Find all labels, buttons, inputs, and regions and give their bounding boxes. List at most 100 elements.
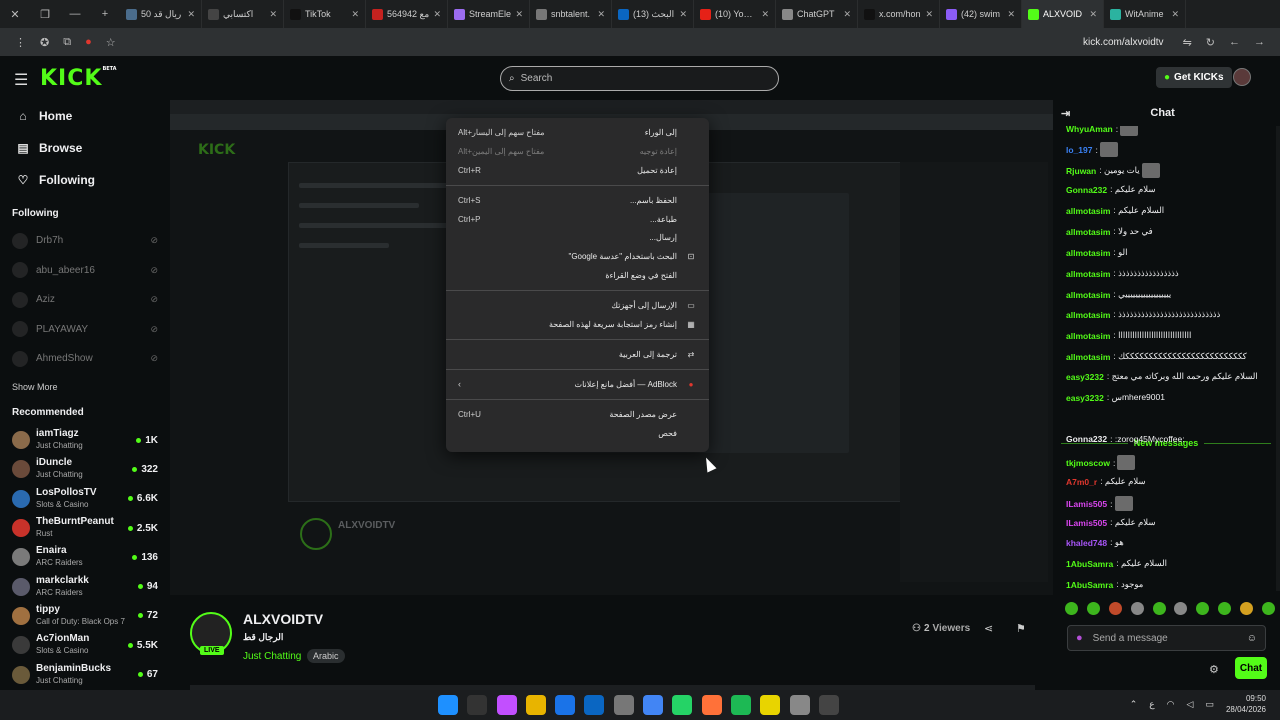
browser-tab[interactable]: x.com/hon ✕ (858, 0, 940, 28)
chat-username[interactable]: allmotasim (1066, 290, 1110, 300)
following-channel[interactable]: Drb7h ⊘ (0, 226, 170, 256)
taskbar-app-icon[interactable] (730, 695, 751, 715)
browser-tab[interactable]: (10) YouTu ✕ (694, 0, 776, 28)
chat-username[interactable]: A7m0_r (1066, 477, 1097, 487)
close-window-icon[interactable]: ✕ (0, 8, 30, 21)
extension-icon[interactable]: ✪ (40, 36, 49, 49)
chat-username[interactable]: ILamis505 (1066, 518, 1107, 528)
taskbar-app-icon[interactable] (613, 695, 634, 715)
chat-username[interactable]: allmotasim (1066, 206, 1110, 216)
stream-tag[interactable]: Arabic (307, 649, 345, 663)
recommended-channel[interactable]: Enaira ARC Raiders 136 (0, 543, 170, 572)
collapse-chat-icon[interactable]: ⇥ (1061, 107, 1070, 120)
wifi-icon[interactable]: ◠ (1167, 699, 1175, 710)
chat-username[interactable]: easy3232 (1066, 372, 1104, 382)
forward-arrow-icon[interactable]: → (1254, 36, 1265, 48)
chat-username[interactable]: Gonna232 (1066, 434, 1107, 444)
hamburger-menu-icon[interactable]: ☰ (14, 70, 28, 90)
taskbar-app-icon[interactable] (555, 695, 576, 715)
context-menu-item[interactable]: Ctrl+R إعادة تحميل (446, 161, 709, 180)
chat-username[interactable]: 1AbuSamra (1066, 580, 1113, 590)
close-tab-icon[interactable]: ✕ (269, 9, 277, 20)
chat-username[interactable]: allmotasim (1066, 352, 1110, 362)
taskbar-app-icon[interactable] (438, 695, 458, 715)
bookmark-star-icon[interactable]: ☆ (106, 36, 116, 49)
quick-emote-icon[interactable] (1108, 602, 1122, 615)
quick-emote-icon[interactable] (1065, 602, 1078, 615)
chat-username[interactable]: Rjuwan (1066, 166, 1096, 176)
adblock-extension-icon[interactable]: ● (85, 36, 92, 48)
close-tab-icon[interactable]: ✕ (843, 9, 851, 20)
quick-emote-icon[interactable] (1174, 602, 1188, 615)
sidebar-nav-browse[interactable]: ▤ Browse (0, 132, 170, 164)
recommended-channel[interactable]: BenjaminBucks Just Chatting 67 (0, 660, 170, 689)
battery-icon[interactable]: ▭ (1205, 699, 1214, 710)
following-channel[interactable]: AhmedShow ⊘ (0, 344, 170, 374)
recommended-channel[interactable]: iamTiagz Just Chatting 1K (0, 426, 170, 455)
chat-username[interactable]: allmotasim (1066, 227, 1110, 237)
context-menu-item[interactable]: إرسال... (446, 228, 709, 247)
taskbar-app-icon[interactable] (584, 695, 605, 715)
site-settings-icon[interactable]: ⇋ (1183, 36, 1192, 49)
close-tab-icon[interactable]: ✕ (761, 9, 769, 20)
recommended-channel[interactable]: TheBurntPeanut Rust 2.5K (0, 513, 170, 542)
chat-username[interactable]: easy3232 (1066, 393, 1104, 403)
browser-tab[interactable]: 564942 مع ✕ (366, 0, 448, 28)
close-tab-icon[interactable]: ✕ (679, 9, 687, 20)
context-menu-item[interactable]: Ctrl+P طباعة... (446, 210, 709, 229)
system-clock[interactable]: 09:50 28/04/2026 (1226, 693, 1266, 715)
context-menu-item[interactable]: Ctrl+U عرض مصدر الصفحة (446, 405, 709, 424)
sidebar-nav-following[interactable]: ♡ Following (0, 164, 170, 196)
taskbar-app-icon[interactable] (789, 695, 810, 715)
browser-tab[interactable]: (42) swim ✕ (940, 0, 1022, 28)
chat-input[interactable]: ● Send a message ☺ (1067, 625, 1266, 651)
menu-dots-icon[interactable]: ⋮ (15, 36, 26, 49)
taskbar-app-icon[interactable] (496, 695, 517, 715)
taskbar-app-icon[interactable] (818, 695, 839, 715)
taskbar-app-icon[interactable] (467, 695, 488, 715)
quick-emote-icon[interactable] (1152, 602, 1166, 615)
browser-tab[interactable]: اكتسابي ✕ (202, 0, 284, 28)
url-text[interactable]: kick.com/alxvoidtv (1083, 37, 1164, 48)
close-tab-icon[interactable]: ✕ (433, 9, 441, 20)
chat-username[interactable]: tkjmoscow (1066, 458, 1110, 468)
taskbar-app-icon[interactable] (701, 695, 722, 715)
quick-emote-icon[interactable] (1240, 602, 1253, 615)
browser-tab[interactable]: ChatGPT ✕ (776, 0, 858, 28)
following-channel[interactable]: PLAYAWAY ⊘ (0, 315, 170, 345)
context-menu-item[interactable]: إنشاء رمز استجابة سريعة لهذه الصفحة ▦ (446, 315, 709, 334)
quick-emote-icon[interactable] (1130, 602, 1144, 615)
context-menu-item[interactable]: البحث باستخدام "عدسة Google" ⊡ (446, 247, 709, 266)
chat-username[interactable]: 1AbuSamra (1066, 559, 1113, 569)
browser-tab[interactable]: snbtalent. ✕ (530, 0, 612, 28)
close-tab-icon[interactable]: ✕ (925, 9, 933, 20)
reload-icon[interactable]: ↻ (1206, 36, 1215, 49)
restore-window-icon[interactable]: ❐ (30, 8, 60, 21)
taskbar-app-icon[interactable] (643, 695, 664, 715)
recommended-channel[interactable]: tippy Call of Duty: Black Ops 7 72 (0, 601, 170, 630)
chat-settings-gear-icon[interactable]: ⚙ (1209, 663, 1219, 676)
kick-logo[interactable]: KICKBETA (40, 66, 117, 91)
quick-emote-icon[interactable] (1086, 602, 1100, 615)
recommended-channel[interactable]: Ac7ionMan Slots & Casino 5.5K (0, 631, 170, 660)
volume-icon[interactable]: ◁ (1187, 699, 1194, 710)
browser-tab[interactable]: WitAnime ✕ (1104, 0, 1186, 28)
keyboard-language[interactable]: ع (1149, 699, 1154, 710)
extensions-puzzle-icon[interactable]: ⧉ (63, 36, 71, 49)
close-tab-icon[interactable]: ✕ (187, 9, 195, 20)
show-more-link[interactable]: Show More (0, 374, 170, 400)
chat-scrollbar[interactable] (1276, 126, 1280, 591)
chat-username[interactable]: WhyuAman (1066, 126, 1113, 134)
browser-tab[interactable]: TikTok ✕ (284, 0, 366, 28)
emoji-icon[interactable]: ☺ (1247, 633, 1257, 644)
share-icon[interactable]: ⋖ (984, 622, 993, 635)
context-menu-item[interactable]: فحص (446, 424, 709, 443)
taskbar-app-icon[interactable] (760, 695, 781, 715)
close-tab-icon[interactable]: ✕ (1171, 9, 1179, 20)
chat-username[interactable]: allmotasim (1066, 310, 1110, 320)
user-avatar[interactable] (1233, 68, 1251, 86)
browser-tab[interactable]: ALXVOID ✕ (1022, 0, 1104, 28)
close-tab-icon[interactable]: ✕ (1007, 9, 1015, 20)
context-menu-item[interactable]: الفتح في وضع القراءة (446, 266, 709, 285)
search-input[interactable]: ⌕ Search (500, 66, 779, 91)
